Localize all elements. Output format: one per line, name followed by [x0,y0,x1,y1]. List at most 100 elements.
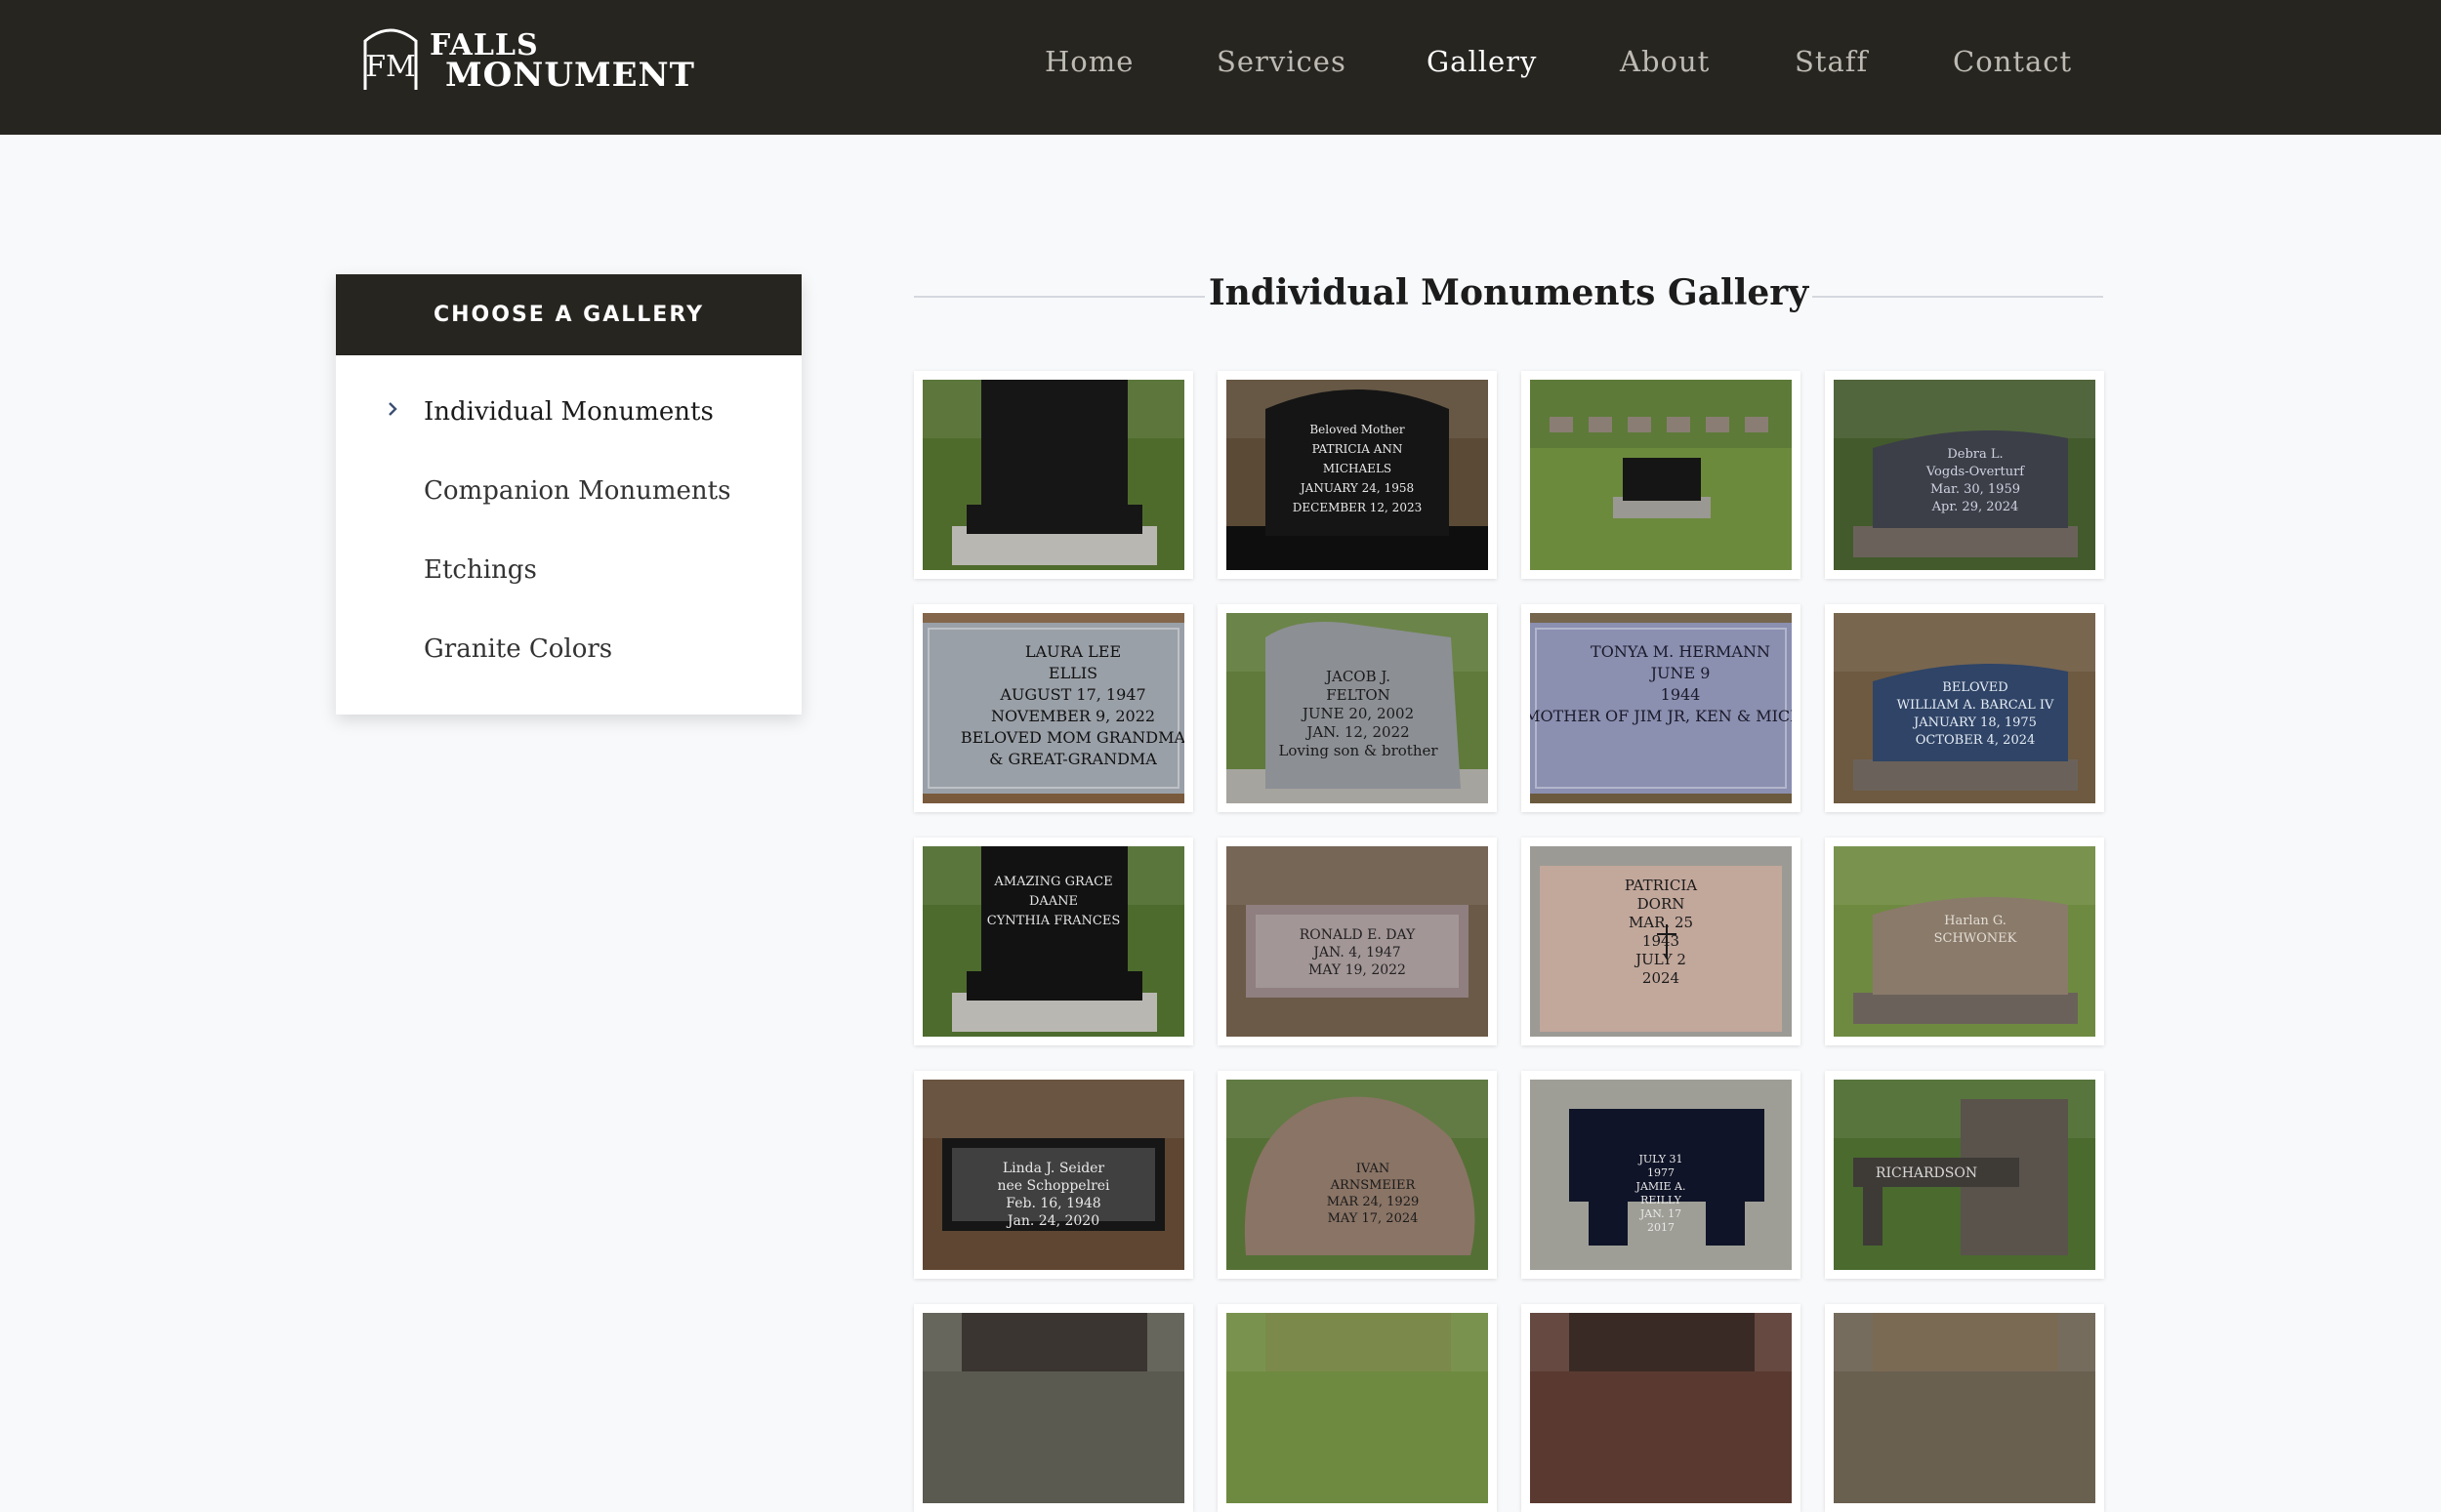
inscription-line: JAN. 12, 2022 [1304,723,1409,741]
gallery-tile-seider-black-marker[interactable]: Linda J. Seider nee Schoppelrei Feb. 16, 1… [914,1071,1193,1279]
ronald-day-flat-marker-image: RONALD E. DAY JAN. 4, 1947 MAY 19, 2022 [1226,846,1488,1037]
falls-monument-logo[interactable]: FM FALLS MONUMENT [359,25,694,96]
gallery-tile-dorn-pink-marker[interactable]: PATRICIA DORN MAR. 25 1943 JULY 2 2024 [1521,838,1800,1045]
inscription-line: & GREAT-GRANDMA [989,750,1157,768]
dorn-pink-marker-image: PATRICIADORNMAR. 251943JULY 22024 [1530,846,1792,1037]
monument-photo: JULY 31 1977 JAMIE A. REILLY JAN. 17 2017 [1530,1080,1792,1270]
partial-photo-18-image [1226,1313,1488,1503]
gallery-sidebar: CHOOSE A GALLERY Individual Monuments Co… [336,274,802,715]
richardson-bench-image: RICHARDSON [1834,1080,2095,1270]
sidebar-item-etchings[interactable]: Etchings [424,555,537,585]
inscription-line: 1943 [1642,932,1679,950]
sidebar-item-companion-monuments[interactable]: Companion Monuments [424,476,730,506]
sidebar-item-individual-monuments[interactable]: Individual Monuments [424,397,714,427]
inscription-line: PATRICIA ANN [1312,442,1403,456]
gallery-tile-barcal-blue-headstone[interactable]: BELOVED WILLIAM A. BARCAL IV JANUARY 18, 1… [1825,604,2104,812]
logo-line-monument: MONUMENT [445,56,695,95]
monument-photo: JACOB J. FELTON JUNE 20, 2002 JAN. 12, 2022… [1226,613,1488,803]
gallery-tile-partial-photo-17[interactable] [914,1304,1193,1512]
inscription-line: JAN. 17 [1639,1207,1681,1220]
nav-contact[interactable]: Contact [1953,45,2072,78]
photo-grid: Beloved Mother PATRICIA ANN MICHAELS JANUAR… [914,371,2104,1512]
inscription-line: JANUARY 24, 1958 [1299,481,1414,495]
inscription-line: IVAN [1356,1162,1389,1176]
nav-staff[interactable]: Staff [1795,45,1868,78]
gallery-tile-cemetery-black-headstone[interactable] [1521,371,1800,579]
top-navigation-bar: FM FALLS MONUMENT Home Services Gallery … [0,0,2441,135]
inscription-line: WILLIAM A. BARCAL IV [1897,698,2054,713]
inscription-line: AMAZING GRACE [993,875,1112,889]
felton-headstone-image: JACOB J.FELTONJUNE 20, 2002JAN. 12, 2022… [1226,613,1488,803]
gallery-tile-michaels-headstone[interactable]: Beloved Mother PATRICIA ANN MICHAELS JANUAR… [1218,371,1497,579]
inscription-line: MOTHER OF JIM JR, KEN & MICHAEL [1530,707,1792,725]
cemetery-black-headstone-image [1530,380,1792,570]
nav-gallery[interactable]: Gallery [1427,45,1537,78]
inscription-line: 2017 [1647,1221,1675,1234]
monument-photo: Harlan G. SCHWONEK [1834,846,2095,1037]
gallery-tile-schwonek-headstone[interactable]: Harlan G. SCHWONEK [1825,838,2104,1045]
inscription-line: Beloved Mother [1309,423,1405,436]
vogds-overturf-headstone-image: Debra L. Vogds-Overturf Mar. 30, 1959 Apr. … [1834,380,2095,570]
inscription-line: JUNE 9 [1649,664,1711,682]
fm-monogram-icon: FM [363,28,418,90]
inscription-line: nee Schoppelrei [997,1178,1110,1194]
gallery-tile-hermann-flat-marker[interactable]: TONYA M. HERMANN JUNE 9 1944 MOTHER OF JIM … [1521,604,1800,812]
seider-black-marker-image: Linda J. Seider nee Schoppelrei Feb. 16, 1… [923,1080,1184,1270]
gallery-tile-partial-photo-19[interactable] [1521,1304,1800,1512]
monument-photo: AMAZING GRACE DAANE CYNTHIA FRANCES [923,846,1184,1037]
inscription-line: Loving son & brother [1278,742,1438,759]
gallery-tile-ellis-flat-marker[interactable]: LAURA LEE ELLIS AUGUST 17, 1947 NOVEMBER 9,… [914,604,1193,812]
gallery-tile-reilly-bench[interactable]: JULY 31 1977 JAMIE A. REILLY JAN. 17 2017 [1521,1071,1800,1279]
reilly-bench-image: JULY 311977JAMIE A.REILLYJAN. 172017 [1530,1080,1792,1270]
inscription-line: RONALD E. DAY [1300,927,1416,943]
michaels-headstone-image: Beloved Mother PATRICIA ANN MICHAELS JANUAR… [1226,380,1488,570]
gallery-tile-partial-photo-20[interactable] [1825,1304,2104,1512]
monument-photo: Debra L. Vogds-Overturf Mar. 30, 1959 Apr. … [1834,380,2095,570]
logo-wordmark: FALLS MONUMENT [430,31,695,95]
sidebar-item-granite-colors[interactable]: Granite Colors [424,634,612,664]
inscription-line: JULY 31 [1637,1153,1682,1165]
monument-photo [923,1313,1184,1503]
monument-photo: TONYA M. HERMANN JUNE 9 1944 MOTHER OF JIM … [1530,613,1792,803]
gallery-tile-ronald-day-flat-marker[interactable]: RONALD E. DAY JAN. 4, 1947 MAY 19, 2022 [1218,838,1497,1045]
monument-photo: Linda J. Seider nee Schoppelrei Feb. 16, 1… [923,1080,1184,1270]
inscription-line: Debra L. [1947,447,2003,462]
inscription-line: 1944 [1661,685,1701,704]
black-tree-headstone-image [923,380,1184,570]
inscription-line: MAY 19, 2022 [1308,962,1406,978]
inscription-line: JUNE 20, 2002 [1301,705,1414,722]
monument-photo: LAURA LEE ELLIS AUGUST 17, 1947 NOVEMBER 9,… [923,613,1184,803]
svg-text:FM: FM [365,50,416,84]
inscription-line: Mar. 30, 1959 [1930,482,2020,497]
monument-photo: PATRICIA DORN MAR. 25 1943 JULY 2 2024 [1530,846,1792,1037]
arnsmeier-boulder-image: IVAN ARNSMEIER MAR 24, 1929 MAY 17, 2024 [1226,1080,1488,1270]
inscription-line: BELOVED [1942,680,2007,695]
gallery-tile-richardson-bench[interactable]: RICHARDSON [1825,1071,2104,1279]
gallery-tile-felton-headstone[interactable]: JACOB J. FELTON JUNE 20, 2002 JAN. 12, 2022… [1218,604,1497,812]
inscription-line: PATRICIA [1625,877,1697,894]
gallery-tile-black-tree-headstone[interactable] [914,371,1193,579]
inscription-line: 1977 [1647,1166,1675,1179]
inscription-line: DECEMBER 12, 2023 [1293,501,1422,514]
inscription-line: MAR. 25 [1629,914,1693,931]
page-title: Individual Monuments Gallery [1208,272,1809,313]
inscription-line: Linda J. Seider [1003,1161,1105,1176]
gallery-tile-arnsmeier-boulder[interactable]: IVAN ARNSMEIER MAR 24, 1929 MAY 17, 2024 [1218,1071,1497,1279]
nav-services[interactable]: Services [1217,45,1346,78]
inscription-line: MICHAELS [1323,462,1391,475]
nav-home[interactable]: Home [1045,45,1134,78]
gallery-tile-partial-photo-18[interactable] [1218,1304,1497,1512]
inscription-line: AUGUST 17, 1947 [999,685,1145,704]
nav-about[interactable]: About [1620,45,1710,78]
gallery-tile-daane-black-headstone[interactable]: AMAZING GRACE DAANE CYNTHIA FRANCES [914,838,1193,1045]
inscription-line: JAMIE A. [1635,1180,1686,1193]
inscription-line: MAR 24, 1929 [1327,1195,1420,1209]
inscription-line: TONYA M. HERMANN [1591,642,1770,661]
inscription-line: LAURA LEE [1025,642,1121,661]
partial-photo-20-image [1834,1313,2095,1503]
daane-black-headstone-image: AMAZING GRACE DAANE CYNTHIA FRANCES [923,846,1184,1037]
inscription-line: DAANE [1029,894,1078,909]
gallery-tile-vogds-overturf-headstone[interactable]: Debra L. Vogds-Overturf Mar. 30, 1959 Apr. … [1825,371,2104,579]
inscription-line: 2024 [1642,969,1679,987]
inscription-line: REILLY [1640,1194,1682,1206]
